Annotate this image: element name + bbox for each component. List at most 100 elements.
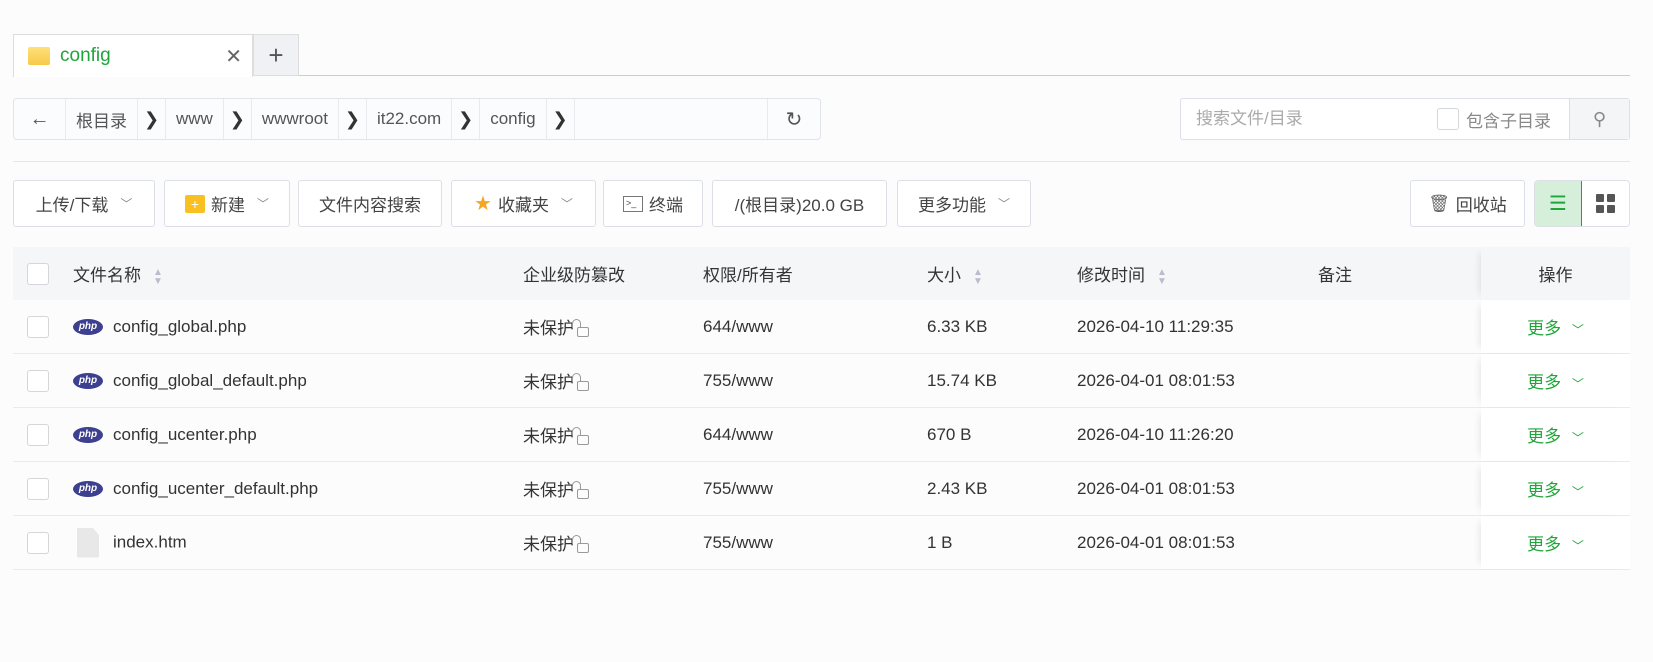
permission[interactable]: 755/www [703, 371, 773, 391]
protect-cell[interactable]: 未保护 [523, 530, 589, 555]
ops-cell: 更多 ﹀ [1481, 354, 1630, 407]
breadcrumb-item[interactable]: wwwroot [252, 99, 339, 139]
search-input[interactable] [1181, 109, 1421, 129]
permission[interactable]: 644/www [703, 425, 773, 445]
protect-cell[interactable]: 未保护 [523, 368, 589, 393]
refresh-button[interactable]: ↻ [768, 99, 820, 139]
row-checkbox[interactable] [27, 531, 49, 554]
sort-icon: ▲ ▼ [1157, 266, 1167, 287]
sort-icon: ▲ ▼ [153, 266, 163, 287]
chevron-right-icon[interactable]: ❯ [138, 99, 166, 139]
more-button[interactable]: 更多 ﹀ [1527, 476, 1584, 501]
file-size: 2.43 KB [927, 478, 988, 498]
header-size[interactable]: 大小 ▲ ▼ [927, 261, 983, 286]
file-name[interactable]: config_global.php [113, 317, 246, 336]
add-tab-button[interactable]: + [253, 34, 299, 76]
select-all-checkbox[interactable] [27, 262, 49, 285]
table-row[interactable]: php config_global_default.php 未保护 755/www… [13, 354, 1630, 408]
ops-cell: 更多 ﹀ [1481, 300, 1630, 353]
back-button[interactable]: ← [14, 99, 66, 139]
chevron-right-icon[interactable]: ❯ [452, 99, 481, 139]
favorites-button[interactable]: ★ 收藏夹 ﹀ [451, 180, 596, 227]
protect-status: 未保护 [523, 535, 574, 554]
permission[interactable]: 755/www [703, 479, 773, 499]
file-name-cell[interactable]: php config_ucenter_default.php [73, 479, 318, 499]
protect-cell[interactable]: 未保护 [523, 476, 589, 501]
table-row[interactable]: php config_global.php 未保护 644/www 6.33 KB… [13, 300, 1630, 354]
button-label: 文件内容搜索 [319, 196, 421, 215]
chevron-right-icon[interactable]: ❯ [547, 99, 575, 139]
more-button[interactable]: 更多 ﹀ [1527, 368, 1584, 393]
protect-status: 未保护 [523, 481, 574, 500]
modified-time: 2026-04-01 08:01:53 [1077, 532, 1235, 552]
row-checkbox[interactable] [27, 477, 49, 500]
breadcrumb-item[interactable]: www [166, 99, 224, 139]
chevron-right-icon[interactable]: ❯ [339, 99, 367, 139]
star-icon: ★ [474, 193, 492, 215]
terminal-icon: >_ [623, 195, 643, 212]
permission[interactable]: 755/www [703, 533, 773, 553]
include-subdir-checkbox[interactable]: 包含子目录 [1437, 107, 1551, 132]
content-search-button[interactable]: 文件内容搜索 [298, 180, 442, 227]
table-row[interactable]: php config_ucenter_default.php 未保护 755/ww… [13, 462, 1630, 516]
file-name[interactable]: config_ucenter_default.php [113, 479, 318, 498]
chevron-right-icon[interactable]: ❯ [224, 99, 252, 139]
header-label: 大小 [927, 266, 961, 285]
file-name-cell[interactable]: php config_ucenter.php [73, 425, 257, 445]
breadcrumb-item[interactable]: config [480, 99, 547, 139]
button-label: 终端 [649, 196, 683, 215]
file-name-cell[interactable]: php config_global_default.php [73, 371, 307, 391]
search-icon: ⚲ [1592, 108, 1607, 129]
file-name-cell[interactable]: index.htm [73, 527, 187, 558]
chevron-down-icon: ﹀ [1571, 485, 1584, 499]
protect-cell[interactable]: 未保护 [523, 422, 589, 447]
php-file-icon: php [73, 427, 103, 444]
more-button[interactable]: 更多 ﹀ [1527, 314, 1584, 339]
chevron-down-icon: ﹀ [120, 197, 133, 211]
protect-status: 未保护 [523, 427, 574, 446]
more-label: 更多 [1527, 373, 1562, 392]
unlock-icon [572, 373, 589, 391]
upload-download-button[interactable]: 上传/下载 ﹀ [13, 180, 155, 227]
file-name[interactable]: index.htm [113, 532, 187, 551]
row-checkbox[interactable] [27, 369, 49, 392]
permission[interactable]: 644/www [703, 317, 773, 337]
modified-time: 2026-04-10 11:29:35 [1077, 316, 1234, 336]
file-name[interactable]: config_ucenter.php [113, 425, 257, 444]
more-functions-button[interactable]: 更多功能 ﹀ [897, 180, 1031, 227]
modified-time: 2026-04-01 08:01:53 [1077, 370, 1235, 390]
php-file-icon: php [73, 481, 103, 498]
chevron-down-icon: ﹀ [1571, 377, 1584, 391]
php-file-icon: php [73, 319, 103, 336]
protect-cell[interactable]: 未保护 [523, 314, 589, 339]
chevron-down-icon: ﹀ [997, 197, 1010, 211]
ops-cell: 更多 ﹀ [1481, 462, 1630, 515]
file-name[interactable]: config_global_default.php [113, 371, 307, 390]
breadcrumb-item[interactable]: 根目录 [66, 99, 138, 139]
path-input-area[interactable] [575, 99, 768, 139]
header-name[interactable]: 文件名称 ▲ ▼ [73, 261, 163, 286]
grid-view-button[interactable] [1582, 181, 1629, 226]
close-icon[interactable]: ✕ [225, 44, 242, 69]
recycle-bin-button[interactable]: 🗑 回收站 [1410, 180, 1525, 227]
ops-cell: 更多 ﹀ [1481, 516, 1630, 569]
chevron-down-icon: ﹀ [1571, 539, 1584, 553]
more-button[interactable]: 更多 ﹀ [1527, 530, 1584, 555]
more-button[interactable]: 更多 ﹀ [1527, 422, 1584, 447]
new-button[interactable]: + 新建 ﹀ [164, 180, 290, 227]
header-mtime[interactable]: 修改时间 ▲ ▼ [1077, 261, 1167, 286]
list-view-button[interactable]: ☰ [1535, 181, 1584, 226]
table-row[interactable]: index.htm 未保护 755/www 1 B 2026-04-01 08:… [13, 516, 1630, 570]
file-name-cell[interactable]: php config_global.php [73, 317, 246, 337]
modified-time: 2026-04-01 08:01:53 [1077, 478, 1235, 498]
tab-config[interactable]: config ✕ [13, 34, 253, 77]
row-checkbox[interactable] [27, 315, 49, 338]
breadcrumb-item[interactable]: it22.com [367, 99, 453, 139]
chevron-down-icon: ﹀ [1571, 323, 1584, 337]
search-button[interactable]: ⚲ [1569, 99, 1629, 139]
row-checkbox[interactable] [27, 423, 49, 446]
terminal-button[interactable]: >_ 终端 [603, 180, 703, 227]
table-row[interactable]: php config_ucenter.php 未保护 644/www 670 B … [13, 408, 1630, 462]
disk-button[interactable]: /(根目录)20.0 GB [712, 180, 887, 227]
checkbox[interactable] [1437, 108, 1459, 130]
